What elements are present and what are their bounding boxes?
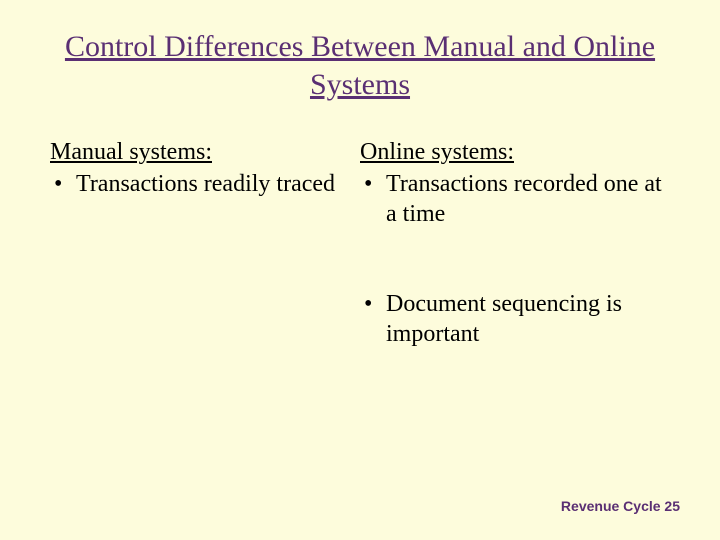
slide: Control Differences Between Manual and O…: [0, 0, 720, 540]
left-column: Manual systems: Transactions readily tra…: [50, 137, 360, 409]
right-column: Online systems: Transactions recorded on…: [360, 137, 670, 409]
list-item: Transactions readily traced: [50, 169, 360, 199]
list-item: Transactions recorded one at a time: [360, 169, 670, 229]
footer-label: Revenue Cycle 25: [561, 498, 680, 514]
left-heading: Manual systems:: [50, 137, 360, 167]
right-bullets: Transactions recorded one at a time Docu…: [360, 169, 670, 349]
columns: Manual systems: Transactions readily tra…: [50, 137, 670, 409]
list-item: Document sequencing is important: [360, 289, 670, 349]
slide-title: Control Differences Between Manual and O…: [50, 28, 670, 103]
right-heading: Online systems:: [360, 137, 670, 167]
left-bullets: Transactions readily traced: [50, 169, 360, 199]
